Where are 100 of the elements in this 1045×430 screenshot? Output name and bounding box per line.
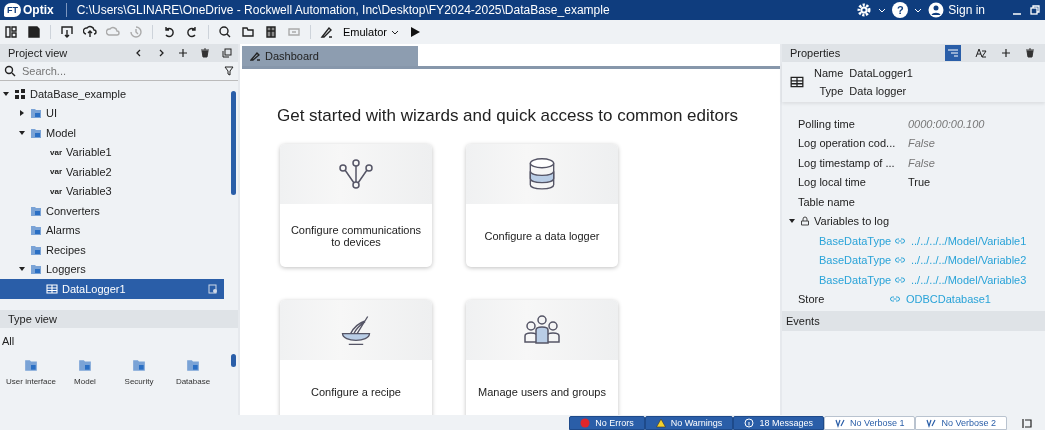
wizard-card[interactable]: Manage users and groups: [466, 300, 618, 415]
table-icon: [790, 75, 804, 89]
type-label: Database: [175, 377, 211, 386]
variable-label: var: [49, 167, 62, 177]
collapse-caret-icon[interactable]: [18, 128, 26, 137]
tree-item[interactable]: Alarms: [0, 220, 224, 240]
property-label: Type: [818, 85, 844, 97]
tree-item[interactable]: Recipes: [0, 240, 224, 260]
delete-icon[interactable]: [200, 48, 210, 58]
folder-icon: [30, 243, 42, 256]
emulator-dropdown[interactable]: Emulator: [343, 26, 400, 38]
filter-label[interactable]: All: [0, 328, 238, 354]
tree-item[interactable]: var Variable1: [0, 142, 224, 162]
dock-icon[interactable]: [1021, 416, 1033, 429]
folder-icon: [78, 358, 92, 372]
property-label: Log timestamp of ...: [798, 156, 896, 169]
events-section[interactable]: Events: [782, 311, 1045, 331]
caret-icon[interactable]: [878, 6, 887, 14]
error-icon: [580, 418, 591, 428]
tree-item[interactable]: var Variable2: [0, 162, 224, 182]
folder-icon: [24, 358, 38, 372]
property-label: Table name: [798, 195, 856, 208]
add-icon[interactable]: [178, 48, 188, 58]
scrollbar[interactable]: [231, 354, 236, 367]
sort-icon[interactable]: [975, 47, 987, 59]
property-label: Log operation cod...: [798, 137, 897, 150]
expand-caret-icon[interactable]: [18, 109, 26, 118]
tree-item[interactable]: Loggers: [0, 259, 224, 279]
import-icon[interactable]: [60, 25, 74, 39]
type-label: Model: [74, 377, 96, 386]
search-field[interactable]: Search...: [20, 64, 220, 78]
grid-icon[interactable]: [264, 25, 278, 39]
copy-icon[interactable]: [222, 48, 232, 58]
folder-icon: [30, 126, 42, 139]
delete-icon[interactable]: [1025, 48, 1035, 58]
restore-icon[interactable]: [1029, 4, 1041, 16]
help-button[interactable]: ?: [892, 2, 909, 18]
folder-icon[interactable]: [241, 25, 255, 39]
project-icon: [14, 87, 26, 100]
folder-icon: [30, 224, 42, 237]
redo-icon[interactable]: [185, 25, 199, 39]
log-filter-button[interactable]: No Verbose 1: [823, 416, 916, 430]
warning-icon: [655, 418, 666, 428]
type-label: User interface: [6, 377, 56, 386]
property-label: Polling time: [798, 117, 856, 130]
collapse-caret-icon[interactable]: [2, 89, 10, 98]
variable-label: var: [49, 147, 62, 157]
logo-name: Optix: [23, 3, 54, 17]
property-label: Log local time: [798, 176, 867, 189]
folder-icon: [30, 107, 42, 120]
panel-title: Type view: [8, 313, 57, 325]
log-filter-button[interactable]: No Warnings: [644, 416, 734, 430]
tree-item[interactable]: DataBase_example: [0, 84, 224, 104]
folder-icon: [30, 204, 42, 217]
caret-icon: [391, 28, 400, 36]
search-icon[interactable]: [218, 25, 232, 39]
upload-icon[interactable]: [83, 25, 97, 39]
save-icon[interactable]: [27, 25, 41, 39]
dashboard-heading: Get started with wizards and quick access to common editors: [277, 106, 740, 126]
folder-icon: [186, 358, 200, 372]
logo-badge: FT: [4, 3, 21, 17]
undo-icon[interactable]: [162, 25, 176, 39]
tree-item[interactable]: Model: [0, 123, 224, 143]
folder-icon: [30, 263, 42, 276]
lock-icon: [800, 216, 810, 227]
property-value: 0000:00:00.100: [908, 117, 985, 130]
property-value: False: [908, 137, 935, 150]
wizard-card[interactable]: Configure communications to devices: [280, 144, 432, 267]
settings-icon[interactable]: [856, 2, 873, 18]
variable-label: var: [49, 186, 62, 196]
panel-title: Project view: [8, 47, 68, 59]
scrollbar[interactable]: [231, 91, 236, 195]
network-icon: [336, 156, 376, 192]
filter-icon[interactable]: [224, 66, 234, 76]
tree-item[interactable]: Converters: [0, 201, 224, 221]
editor-tab[interactable]: Dashboard: [242, 46, 418, 66]
info-icon: [744, 418, 755, 428]
property-value: True: [908, 176, 931, 189]
property-value: Data logger: [849, 85, 908, 97]
property-value: False: [908, 156, 935, 169]
sign-in-button[interactable]: Sign in: [928, 2, 985, 18]
caret-icon[interactable]: [914, 6, 923, 14]
log-filter-button[interactable]: No Errors: [569, 416, 645, 430]
tree-item[interactable]: UI: [0, 103, 224, 123]
log-filter-button[interactable]: No Verbose 2: [915, 416, 1007, 430]
layout-icon[interactable]: [4, 25, 18, 39]
type-label: Security: [124, 377, 154, 386]
pen-icon[interactable]: [320, 25, 334, 39]
tree-item[interactable]: DataLogger1: [0, 279, 224, 299]
log-filter-button[interactable]: 18 Messages: [733, 416, 824, 430]
add-icon[interactable]: [1001, 48, 1011, 58]
property-group[interactable]: Variables to log: [814, 215, 889, 228]
wizard-card[interactable]: Configure a recipe: [280, 300, 432, 415]
search-icon: [4, 65, 16, 77]
settings-badge-icon[interactable]: [208, 283, 218, 294]
table-icon: [46, 282, 58, 295]
wizard-card[interactable]: Configure a data logger: [466, 144, 618, 267]
folder-icon: [132, 358, 146, 372]
property-label: Name: [814, 67, 844, 79]
tree-item[interactable]: var Variable3: [0, 181, 224, 201]
